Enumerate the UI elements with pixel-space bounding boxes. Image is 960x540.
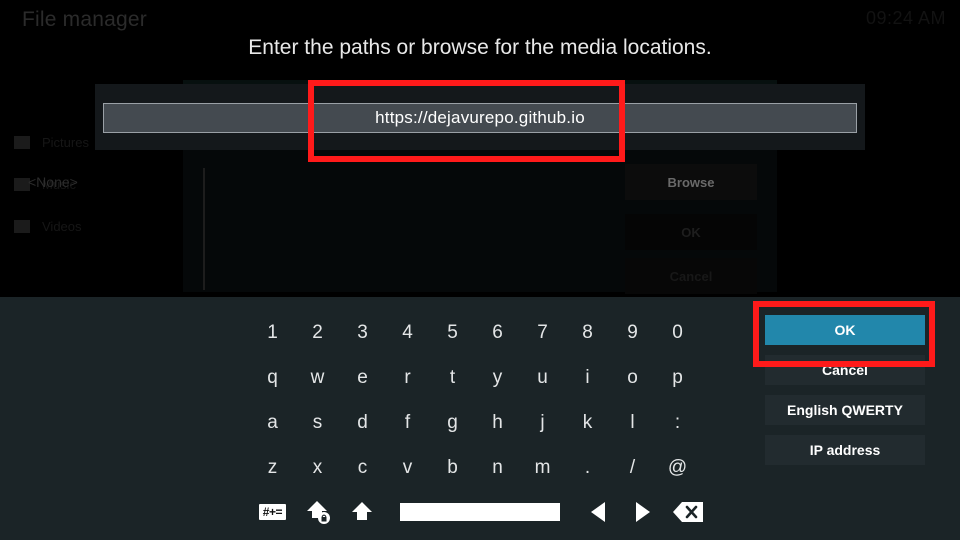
key-1[interactable]: 1 — [250, 310, 295, 355]
annotation-ok-highlight — [753, 301, 935, 367]
symbols-key[interactable]: #+= — [250, 492, 295, 532]
screen: File manager 09:24 AM Pictures Music Vid… — [0, 0, 960, 540]
key-o[interactable]: o — [610, 355, 655, 400]
layout-button[interactable]: English QWERTY — [765, 395, 925, 425]
videos-icon — [14, 219, 30, 233]
key-f[interactable]: f — [385, 400, 430, 445]
key-y[interactable]: y — [475, 355, 520, 400]
key-b[interactable]: b — [430, 445, 475, 490]
key-3[interactable]: 3 — [340, 310, 385, 355]
key-0[interactable]: 0 — [655, 310, 700, 355]
key-h[interactable]: h — [475, 400, 520, 445]
cursor-right-icon[interactable] — [620, 492, 665, 532]
key-c[interactable]: c — [340, 445, 385, 490]
sidebar-item-videos[interactable]: Videos — [0, 212, 200, 240]
key-9[interactable]: 9 — [610, 310, 655, 355]
key-v[interactable]: v — [385, 445, 430, 490]
background-list — [203, 168, 635, 290]
window-title: File manager — [22, 8, 147, 31]
key-period[interactable]: . — [565, 445, 610, 490]
clock: 09:24 AM — [865, 8, 946, 28]
keyboard-row-2: q w e r t y u i o p — [250, 355, 710, 400]
key-z[interactable]: z — [250, 445, 295, 490]
key-at[interactable]: @ — [655, 445, 700, 490]
keyboard-bottom-row: #+= — [250, 492, 710, 532]
key-t[interactable]: t — [430, 355, 475, 400]
caps-lock-icon[interactable] — [295, 492, 340, 532]
key-k[interactable]: k — [565, 400, 610, 445]
key-l[interactable]: l — [610, 400, 655, 445]
cancel-button-bg[interactable]: Cancel — [625, 258, 757, 294]
key-i[interactable]: i — [565, 355, 610, 400]
key-slash[interactable]: / — [610, 445, 655, 490]
list-item: <None> — [28, 174, 78, 190]
dialog-prompt: Enter the paths or browse for the media … — [248, 36, 712, 59]
key-n[interactable]: n — [475, 445, 520, 490]
keyboard-row-3: a s d f g h j k l : — [250, 400, 710, 445]
sidebar-item-label: Pictures — [42, 134, 89, 150]
key-8[interactable]: 8 — [565, 310, 610, 355]
key-6[interactable]: 6 — [475, 310, 520, 355]
key-5[interactable]: 5 — [430, 310, 475, 355]
sidebar-item-label: Videos — [42, 218, 82, 234]
pictures-icon — [14, 135, 30, 149]
keyboard-row-1: 1 2 3 4 5 6 7 8 9 0 — [250, 310, 710, 355]
keyboard-row-4: z x c v b n m . / @ — [250, 445, 710, 490]
key-d[interactable]: d — [340, 400, 385, 445]
ip-address-button[interactable]: IP address — [765, 435, 925, 465]
key-m[interactable]: m — [520, 445, 565, 490]
key-w[interactable]: w — [295, 355, 340, 400]
shift-icon[interactable] — [340, 492, 385, 532]
symbols-key-label: #+= — [258, 504, 286, 520]
backspace-icon[interactable] — [665, 492, 710, 532]
ok-button-bg[interactable]: OK — [625, 214, 757, 250]
key-j[interactable]: j — [520, 400, 565, 445]
keyboard-keys: 1 2 3 4 5 6 7 8 9 0 q w e r t y u i o p … — [250, 310, 710, 490]
cursor-left-icon[interactable] — [576, 492, 621, 532]
key-a[interactable]: a — [250, 400, 295, 445]
spacebar-key[interactable] — [400, 503, 560, 521]
key-u[interactable]: u — [520, 355, 565, 400]
key-2[interactable]: 2 — [295, 310, 340, 355]
key-r[interactable]: r — [385, 355, 430, 400]
key-g[interactable]: g — [430, 400, 475, 445]
key-q[interactable]: q — [250, 355, 295, 400]
key-e[interactable]: e — [340, 355, 385, 400]
annotation-url-highlight — [308, 80, 625, 162]
key-colon[interactable]: : — [655, 400, 700, 445]
key-7[interactable]: 7 — [520, 310, 565, 355]
key-p[interactable]: p — [655, 355, 700, 400]
browse-button[interactable]: Browse — [625, 164, 757, 200]
key-x[interactable]: x — [295, 445, 340, 490]
key-4[interactable]: 4 — [385, 310, 430, 355]
key-s[interactable]: s — [295, 400, 340, 445]
